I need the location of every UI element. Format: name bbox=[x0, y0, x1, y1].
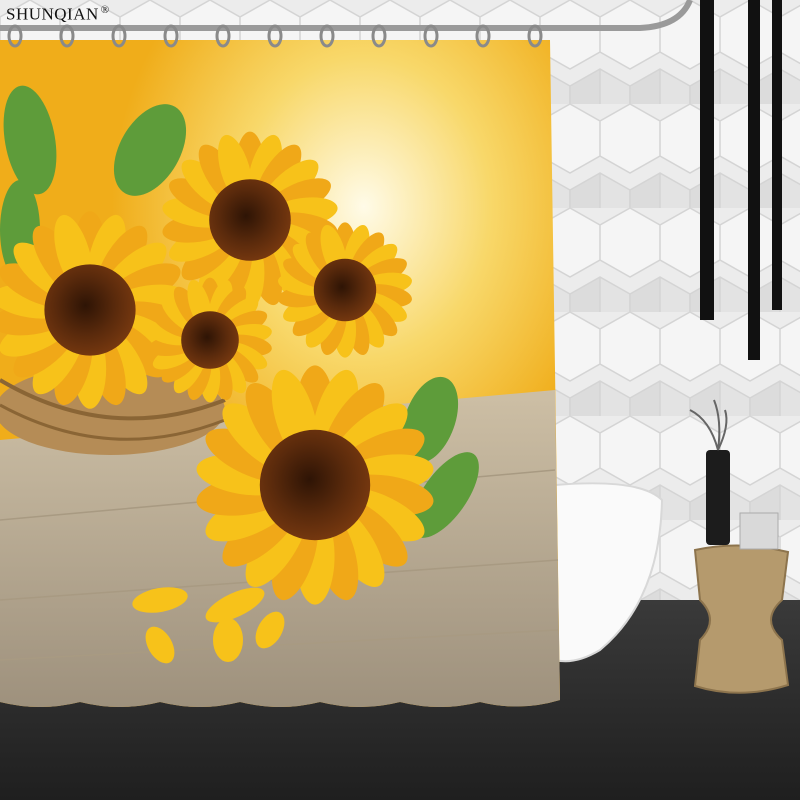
flower-center bbox=[181, 311, 239, 369]
brand-watermark: SHUNQIAN ® bbox=[6, 4, 110, 25]
hanging-cord bbox=[700, 0, 714, 320]
brand-name: SHUNQIAN bbox=[6, 4, 99, 24]
vase bbox=[706, 450, 730, 545]
small-box bbox=[739, 512, 779, 550]
registered-mark: ® bbox=[100, 4, 110, 16]
flower-center bbox=[259, 429, 371, 541]
hanging-cord bbox=[772, 0, 782, 310]
hanging-cord bbox=[748, 0, 760, 360]
flower-center bbox=[209, 179, 291, 261]
flower-center bbox=[44, 264, 136, 356]
flower-center bbox=[313, 258, 377, 322]
product-scene: SHUNQIAN ® bbox=[0, 0, 800, 800]
scene-illustration bbox=[0, 0, 800, 800]
